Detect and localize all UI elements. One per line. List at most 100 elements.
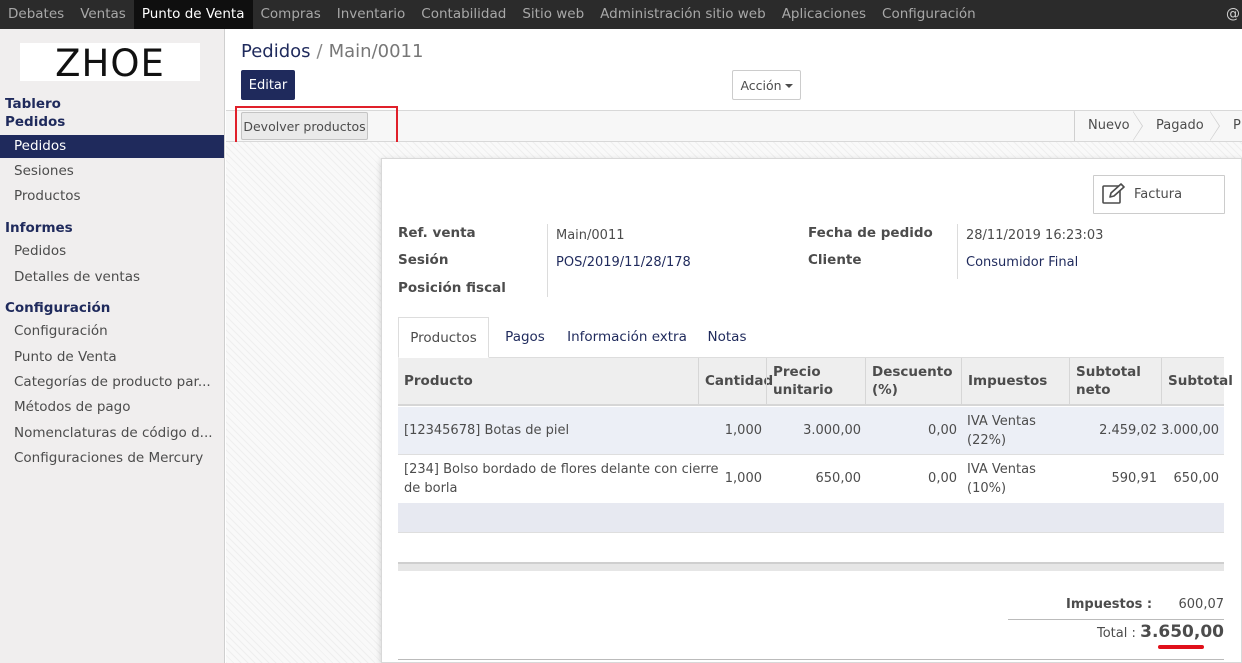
sidebar-item-metodos-pago[interactable]: Métodos de pago: [0, 396, 224, 419]
row-taxes: IVA Ventas (10%): [967, 460, 1036, 498]
total-value: 3.650,00: [1140, 622, 1224, 642]
col-discount[interactable]: Descuento (%): [865, 358, 961, 404]
sidebar-section-pedidos: Pedidos: [5, 114, 66, 130]
user-menu-icon[interactable]: @: [1226, 0, 1240, 29]
order-date-value: 28/11/2019 16:23:03: [966, 228, 1104, 243]
col-unit-price-label: Precio unitario: [773, 363, 833, 399]
row-unit-price: 3.000,00: [803, 423, 861, 438]
row-product-line1: [234] Bolso bordado de flores delante co…: [404, 462, 719, 477]
row-quantity: 1,000: [724, 471, 762, 486]
menu-administracion-sitio-web[interactable]: Administración sitio web: [592, 0, 774, 29]
edit-icon: [1102, 183, 1125, 204]
row-subtotal: 650,00: [1173, 471, 1220, 486]
breadcrumb-parent[interactable]: Pedidos: [241, 41, 311, 62]
col-unit-price-line1: Precio: [773, 364, 821, 380]
sidebar-section-tablero[interactable]: Tablero: [5, 96, 61, 112]
menu-ventas[interactable]: Ventas: [72, 0, 134, 29]
session-label: Sesión: [398, 252, 449, 268]
sidebar-item-detalles-ventas[interactable]: Detalles de ventas: [0, 266, 224, 289]
sidebar-item-informes-pedidos[interactable]: Pedidos: [0, 240, 224, 263]
top-menu-bar: Debates Ventas Punto de Venta Compras In…: [0, 0, 1242, 29]
row-discount: 0,00: [928, 471, 957, 486]
action-dropdown[interactable]: Acción: [732, 70, 801, 100]
col-subtotal-net-line2: neto: [1076, 382, 1111, 398]
row-taxes: IVA Ventas (22%): [967, 412, 1036, 450]
menu-debates[interactable]: Debates: [0, 0, 72, 29]
stage-nuevo[interactable]: Nuevo: [1088, 111, 1130, 141]
tab-informacion-extra[interactable]: Información extra: [566, 317, 688, 358]
tab-productos[interactable]: Productos: [398, 317, 489, 358]
row-taxes-line2: (10%): [967, 481, 1007, 496]
col-product[interactable]: Producto: [398, 358, 698, 404]
col-subtotal-net[interactable]: Subtotal neto: [1069, 358, 1161, 404]
row-product: [234] Bolso bordado de flores delante co…: [404, 460, 719, 498]
stage-arrow-inner: [1133, 112, 1142, 140]
col-subtotal-label: Subtotal: [1168, 373, 1233, 389]
stage-p[interactable]: P: [1233, 111, 1241, 141]
col-taxes[interactable]: Impuestos: [961, 358, 1069, 404]
company-logo: ZHOE: [20, 43, 200, 85]
row-subtotal-net: 590,91: [1111, 471, 1158, 486]
row-quantity: 1,000: [724, 423, 762, 438]
menu-aplicaciones[interactable]: Aplicaciones: [774, 0, 874, 29]
col-discount-label: Descuento (%): [872, 363, 953, 399]
sidebar-item-configuracion[interactable]: Configuración: [0, 320, 224, 343]
totals-divider: [1008, 619, 1224, 620]
highlight-underline: [1158, 645, 1204, 649]
col-subtotal[interactable]: Subtotal: [1161, 358, 1233, 404]
breadcrumb-separator: /: [316, 41, 323, 62]
sidebar-item-pedidos[interactable]: Pedidos: [0, 135, 224, 158]
add-line-row[interactable]: [398, 503, 1224, 533]
col-quantity[interactable]: Cantidad: [698, 358, 773, 404]
col-subtotal-net-line1: Subtotal: [1076, 364, 1141, 380]
row-product-line2: de borla: [404, 481, 458, 496]
field-divider: [547, 224, 548, 297]
menu-inventario[interactable]: Inventario: [329, 0, 414, 29]
menu-compras[interactable]: Compras: [253, 0, 329, 29]
sidebar-item-sesiones[interactable]: Sesiones: [0, 160, 224, 183]
field-divider: [957, 224, 958, 279]
stage-pagado[interactable]: Pagado: [1156, 111, 1204, 141]
total-label: Total :: [1097, 626, 1136, 641]
col-discount-line1: Descuento: [872, 364, 953, 380]
session-link[interactable]: POS/2019/11/28/178: [556, 255, 691, 270]
menu-punto-de-venta[interactable]: Punto de Venta: [133, 0, 253, 29]
sidebar-item-categorias[interactable]: Categorías de producto par...: [0, 371, 224, 394]
col-unit-price-line2: unitario: [773, 382, 833, 398]
col-product-label: Producto: [404, 373, 473, 389]
table-footer: [398, 562, 1224, 571]
row-taxes-line1: IVA Ventas: [967, 414, 1036, 429]
row-discount: 0,00: [928, 423, 957, 438]
stage-arrow-inner: [1210, 112, 1219, 140]
menu-configuracion[interactable]: Configuración: [874, 0, 984, 29]
sidebar-item-nomenclaturas[interactable]: Nomenclaturas de código d...: [0, 422, 224, 445]
sidebar-section-configuracion: Configuración: [5, 300, 111, 316]
col-unit-price[interactable]: Precio unitario: [766, 358, 865, 404]
action-label: Acción: [740, 77, 782, 93]
menu-contabilidad[interactable]: Contabilidad: [413, 0, 514, 29]
col-subtotal-net-label: Subtotal neto: [1076, 363, 1141, 399]
invoice-button[interactable]: Factura: [1093, 175, 1225, 214]
sidebar-item-mercury[interactable]: Configuraciones de Mercury: [0, 447, 224, 470]
breadcrumb: Pedidos / Main/0011: [241, 41, 423, 62]
invoice-label: Factura: [1134, 187, 1183, 202]
table-row[interactable]: [234] Bolso bordado de flores delante co…: [398, 455, 1224, 503]
table-row[interactable]: [12345678] Botas de piel 1,000 3.000,00 …: [398, 407, 1224, 454]
order-date-label: Fecha de pedido: [808, 225, 933, 241]
tab-notas[interactable]: Notas: [698, 317, 756, 358]
breadcrumb-current: Main/0011: [328, 41, 424, 62]
row-subtotal: 3.000,00: [1161, 423, 1219, 438]
ref-value: Main/0011: [556, 228, 625, 243]
row-product: [12345678] Botas de piel: [404, 423, 570, 438]
ref-label: Ref. venta: [398, 225, 476, 241]
menu-sitio-web[interactable]: Sitio web: [514, 0, 592, 29]
col-discount-line2: (%): [872, 382, 898, 398]
lines-table-header: Producto Cantidad Precio unitario Descuen…: [398, 358, 1233, 406]
tab-pagos[interactable]: Pagos: [494, 317, 556, 358]
fiscal-position-label: Posición fiscal: [398, 280, 506, 296]
top-menu: Debates Ventas Punto de Venta Compras In…: [0, 0, 984, 29]
client-link[interactable]: Consumidor Final: [966, 255, 1078, 270]
sidebar-item-productos[interactable]: Productos: [0, 185, 224, 208]
edit-button[interactable]: Editar: [241, 70, 295, 100]
sidebar-item-punto-de-venta[interactable]: Punto de Venta: [0, 346, 224, 369]
